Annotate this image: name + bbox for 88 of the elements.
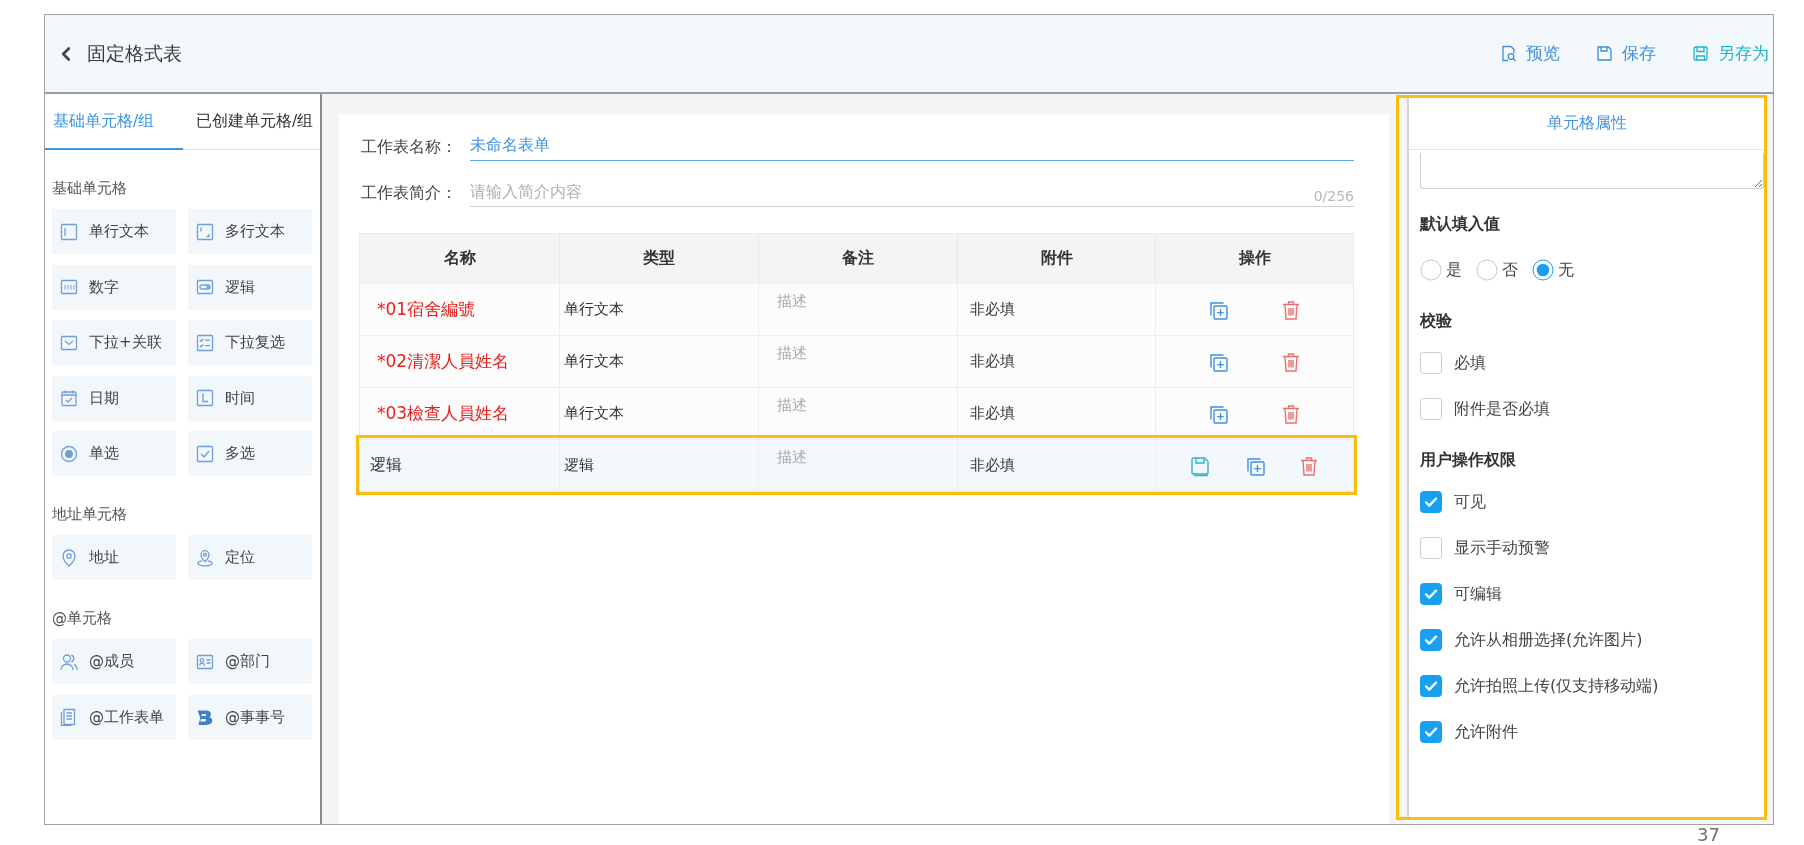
people-icon [60, 652, 78, 671]
text-area-icon [196, 222, 214, 241]
checkbox-label: 允许从相册选择(允许图片) [1454, 629, 1643, 651]
field-label: 工作表名称： [360, 136, 458, 158]
id-card-icon [196, 652, 214, 671]
table-row[interactable]: *01宿舍編號 单行文本 描述 非必填 [360, 283, 1353, 335]
field-type-button[interactable]: 日期 [52, 375, 176, 421]
checkbox-label: 允许拍照上传(仅支持移动端) [1454, 675, 1659, 697]
field-type-button[interactable]: @部门 [188, 639, 312, 684]
field-type-button[interactable]: 单选 [52, 431, 176, 476]
checkbox-label: 必填 [1454, 352, 1486, 374]
group-title: 地址单元格 [52, 504, 128, 525]
table-cell: 非必填 [957, 440, 1155, 491]
table-cell-text: *01宿舍編號 [376, 298, 477, 321]
save-icon [1692, 45, 1709, 62]
checkbox[interactable] [1420, 675, 1442, 697]
note-field[interactable]: 描述 [759, 440, 957, 491]
note-field[interactable]: 描述 [759, 336, 957, 387]
field-type-button[interactable]: 下拉复选 [188, 320, 312, 365]
field-type-button[interactable]: 定位 [188, 535, 312, 580]
table-row[interactable]: *02清潔人員姓名 单行文本 描述 非必填 [360, 335, 1353, 387]
save-icon [1596, 45, 1613, 62]
group-title: @单元格 [52, 608, 113, 629]
trash-icon[interactable] [1280, 350, 1302, 373]
section-title: 默认填入值 [1420, 213, 1501, 235]
toggle-icon [196, 278, 214, 296]
character-counter: 0/256 [1313, 188, 1354, 204]
radio-label: 是 [1446, 259, 1462, 281]
page-number: 37 [1696, 825, 1721, 845]
logo-icon [196, 708, 214, 726]
description-textarea[interactable] [1420, 153, 1764, 189]
radio-button[interactable] [1420, 259, 1442, 281]
field-type-button[interactable]: 数字 [52, 264, 176, 310]
document-icon [60, 708, 78, 726]
checkbox-label: 可见 [1454, 491, 1486, 513]
field-type-button[interactable]: 下拉+关联 [52, 320, 176, 365]
sidebar-tab[interactable]: 已创建单元格/组 [183, 94, 320, 150]
checkbox[interactable] [1420, 398, 1442, 420]
checkbox-label: 显示手动预警 [1454, 537, 1550, 559]
section-title: 校验 [1420, 310, 1453, 332]
trash-icon[interactable] [1280, 298, 1302, 321]
checkbox[interactable] [1420, 629, 1442, 651]
field-type-button[interactable]: @事事号 [188, 694, 312, 740]
checkbox[interactable] [1420, 721, 1442, 743]
radio-label: 否 [1502, 259, 1518, 281]
section-title: 用户操作权限 [1420, 449, 1517, 471]
checkbox[interactable] [1420, 352, 1442, 374]
dropdown-icon [60, 333, 78, 352]
field-type-button[interactable]: 时间 [188, 375, 312, 421]
clock-icon [196, 389, 214, 407]
column-header: 名称 [442, 247, 477, 269]
document-search-icon [1500, 45, 1517, 62]
checkbox-label: 附件是否必填 [1454, 398, 1550, 420]
radio-button[interactable] [1532, 259, 1554, 281]
map-pin-icon [60, 548, 78, 567]
panel-title: 单元格属性 [1409, 98, 1764, 150]
table-cell-text: *02清潔人員姓名 [376, 350, 511, 373]
radio-button[interactable] [1476, 259, 1498, 281]
table-row[interactable]: *03檢查人員姓名 单行文本 描述 非必填 [360, 387, 1353, 439]
checklist-icon [196, 333, 214, 352]
field-type-button[interactable]: @工作表单 [52, 694, 176, 740]
field-label: 工作表简介： [360, 182, 458, 204]
field-type-button[interactable]: 地址 [52, 535, 176, 580]
field-type-button[interactable]: 多选 [188, 431, 312, 476]
location-pin-icon [196, 548, 214, 567]
save-icon[interactable] [1188, 454, 1211, 477]
checkbox-icon [196, 444, 214, 463]
table-cell-text: 逻辑 [369, 454, 403, 476]
checkbox[interactable] [1420, 537, 1442, 559]
table-cell-text: *03檢查人員姓名 [376, 402, 511, 425]
number-field-icon [60, 278, 78, 296]
note-field[interactable]: 描述 [759, 284, 957, 335]
group-title: 基础单元格 [52, 178, 128, 199]
radio-icon [60, 444, 78, 463]
field-type-button[interactable]: @成员 [52, 639, 176, 684]
note-field[interactable]: 描述 [759, 388, 957, 439]
field-type-button[interactable]: 逻辑 [188, 264, 312, 310]
checkbox[interactable] [1420, 583, 1442, 605]
trash-icon[interactable] [1280, 402, 1302, 425]
page-title: 固定格式表 [87, 40, 182, 66]
radio-label: 无 [1558, 259, 1574, 281]
field-type-button[interactable]: 多行文本 [188, 209, 312, 254]
calendar-icon [60, 389, 78, 407]
checkbox-label: 允许附件 [1454, 721, 1518, 743]
field-type-button[interactable]: 单行文本 [52, 209, 176, 254]
table-cell: 逻辑 [559, 440, 758, 491]
checkbox[interactable] [1420, 491, 1442, 513]
checkbox-label: 可编辑 [1454, 583, 1502, 605]
